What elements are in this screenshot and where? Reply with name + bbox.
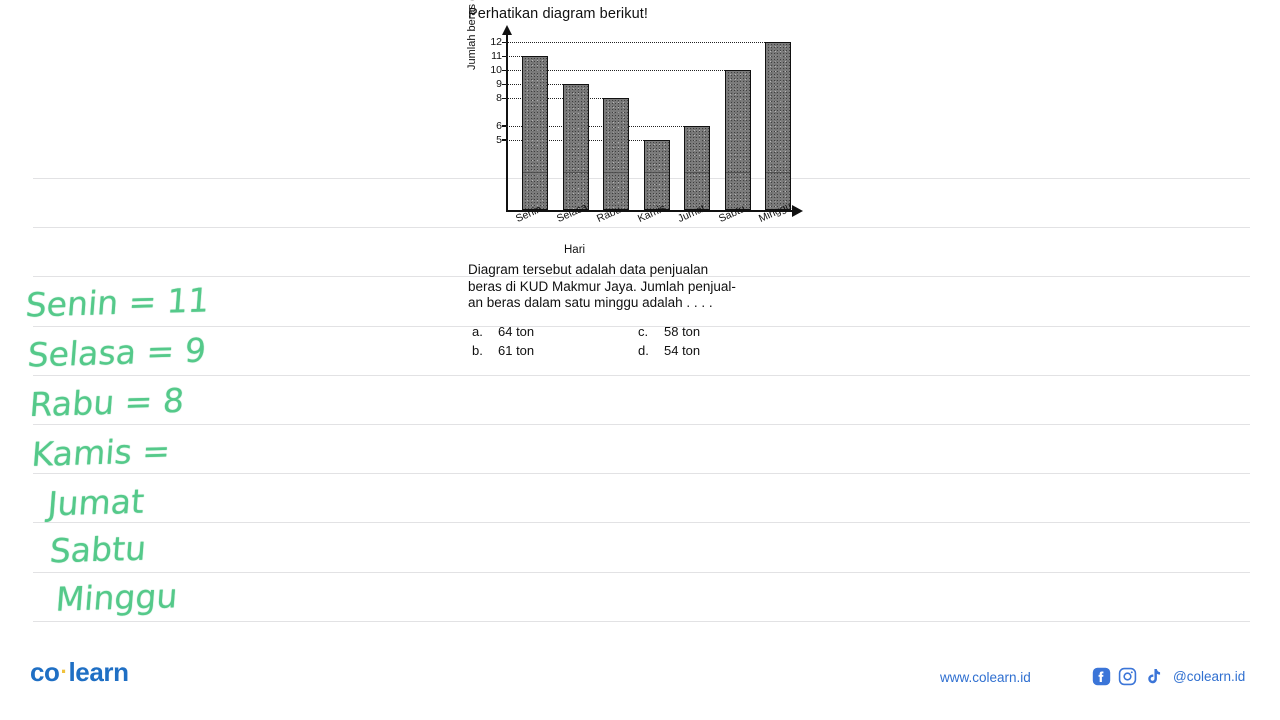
option-b[interactable]: b. 61 ton <box>472 343 534 358</box>
handwritten-line: Senin = 11 <box>24 280 211 325</box>
option-a-key: a. <box>472 324 483 339</box>
prompt-block: Perhatikan diagram berikut! <box>468 6 798 22</box>
answer-options: a. 64 ton c. 58 ton b. 61 ton d. 54 ton <box>468 324 798 362</box>
instagram-icon[interactable] <box>1118 667 1137 686</box>
question-line-2: beras di KUD Makmur Jaya. Jumlah penjual… <box>468 278 736 294</box>
tiktok-icon[interactable] <box>1144 667 1163 686</box>
question-line-3: an beras dalam satu minggu adalah . . . … <box>468 295 713 310</box>
bar-chart: Jumlah beras (ton) 12 11 10 9 8 6 5 Senin Selas… <box>466 0 803 258</box>
y-tick-label: 11 <box>491 50 502 63</box>
option-c-label: 58 ton <box>664 324 701 339</box>
option-b-key: b. <box>472 343 483 358</box>
bar-rabu <box>603 98 629 210</box>
x-axis-title: Hari <box>564 244 586 256</box>
handwritten-line: Minggu <box>54 576 180 619</box>
bar-texture-seam <box>563 172 588 173</box>
y-tick-label: 10 <box>490 64 502 77</box>
question-text: Diagram tersebut adalah data penjualan b… <box>468 262 796 312</box>
facebook-icon[interactable] <box>1092 667 1111 686</box>
handwritten-notes: Senin = 11 Selasa = 9 Rabu = 8 Kamis = Jumat… <box>0 0 400 640</box>
logo-text-learn: learn <box>68 657 129 687</box>
option-d-label: 54 ton <box>664 343 701 358</box>
bar-kamis <box>643 140 670 210</box>
footer-social-links: @colearn.id <box>1092 667 1245 686</box>
option-a[interactable]: a. 64 ton <box>472 324 534 339</box>
y-tick-label: 12 <box>490 36 502 49</box>
bar-texture-seam <box>644 172 669 173</box>
handwritten-line: Rabu = 8 <box>28 380 186 425</box>
option-a-label: 64 ton <box>498 324 535 339</box>
bar-minggu <box>765 42 791 210</box>
footer-social-handle: @colearn.id <box>1173 669 1246 684</box>
option-row: b. 61 ton d. 54 ton <box>468 343 798 362</box>
bar-selasa <box>562 84 589 210</box>
handwritten-line: Selasa = 9 <box>26 330 208 375</box>
bar-jumat <box>684 126 710 210</box>
option-d[interactable]: d. 54 ton <box>638 343 700 358</box>
option-b-label: 61 ton <box>498 343 535 358</box>
bar-texture-seam <box>523 172 547 173</box>
chart-plot-area: 12 11 10 9 8 6 5 Senin Selasa Rabu Kamis Jumat Sabt… <box>490 25 803 230</box>
option-d-key: d. <box>638 343 649 358</box>
handwritten-line: Kamis = <box>30 431 172 474</box>
page-title: Perhatikan diagram berikut! <box>468 6 649 22</box>
option-c-key: c. <box>638 324 649 339</box>
question-line-1: Diagram tersebut adalah data penjualan <box>468 262 709 277</box>
handwritten-line: Sabtu <box>48 528 148 571</box>
option-row: a. 64 ton c. 58 ton <box>468 324 798 343</box>
bar-texture-seam <box>766 172 790 173</box>
bar-texture-seam <box>685 172 709 173</box>
handwritten-line: Jumat <box>46 481 146 524</box>
option-c[interactable]: c. 58 ton <box>638 324 700 339</box>
bar-texture-seam <box>725 172 750 173</box>
footer-website-url[interactable]: www.colearn.id <box>940 670 1031 685</box>
bar-sabtu <box>724 70 751 210</box>
bar-texture-seam <box>604 172 628 173</box>
logo-text-co: co <box>30 657 60 687</box>
bar-senin <box>522 56 548 210</box>
colearn-logo: co·learn <box>30 657 129 688</box>
y-axis-title: Jumlah beras (ton) <box>466 0 478 70</box>
chart-bars <box>506 34 794 210</box>
